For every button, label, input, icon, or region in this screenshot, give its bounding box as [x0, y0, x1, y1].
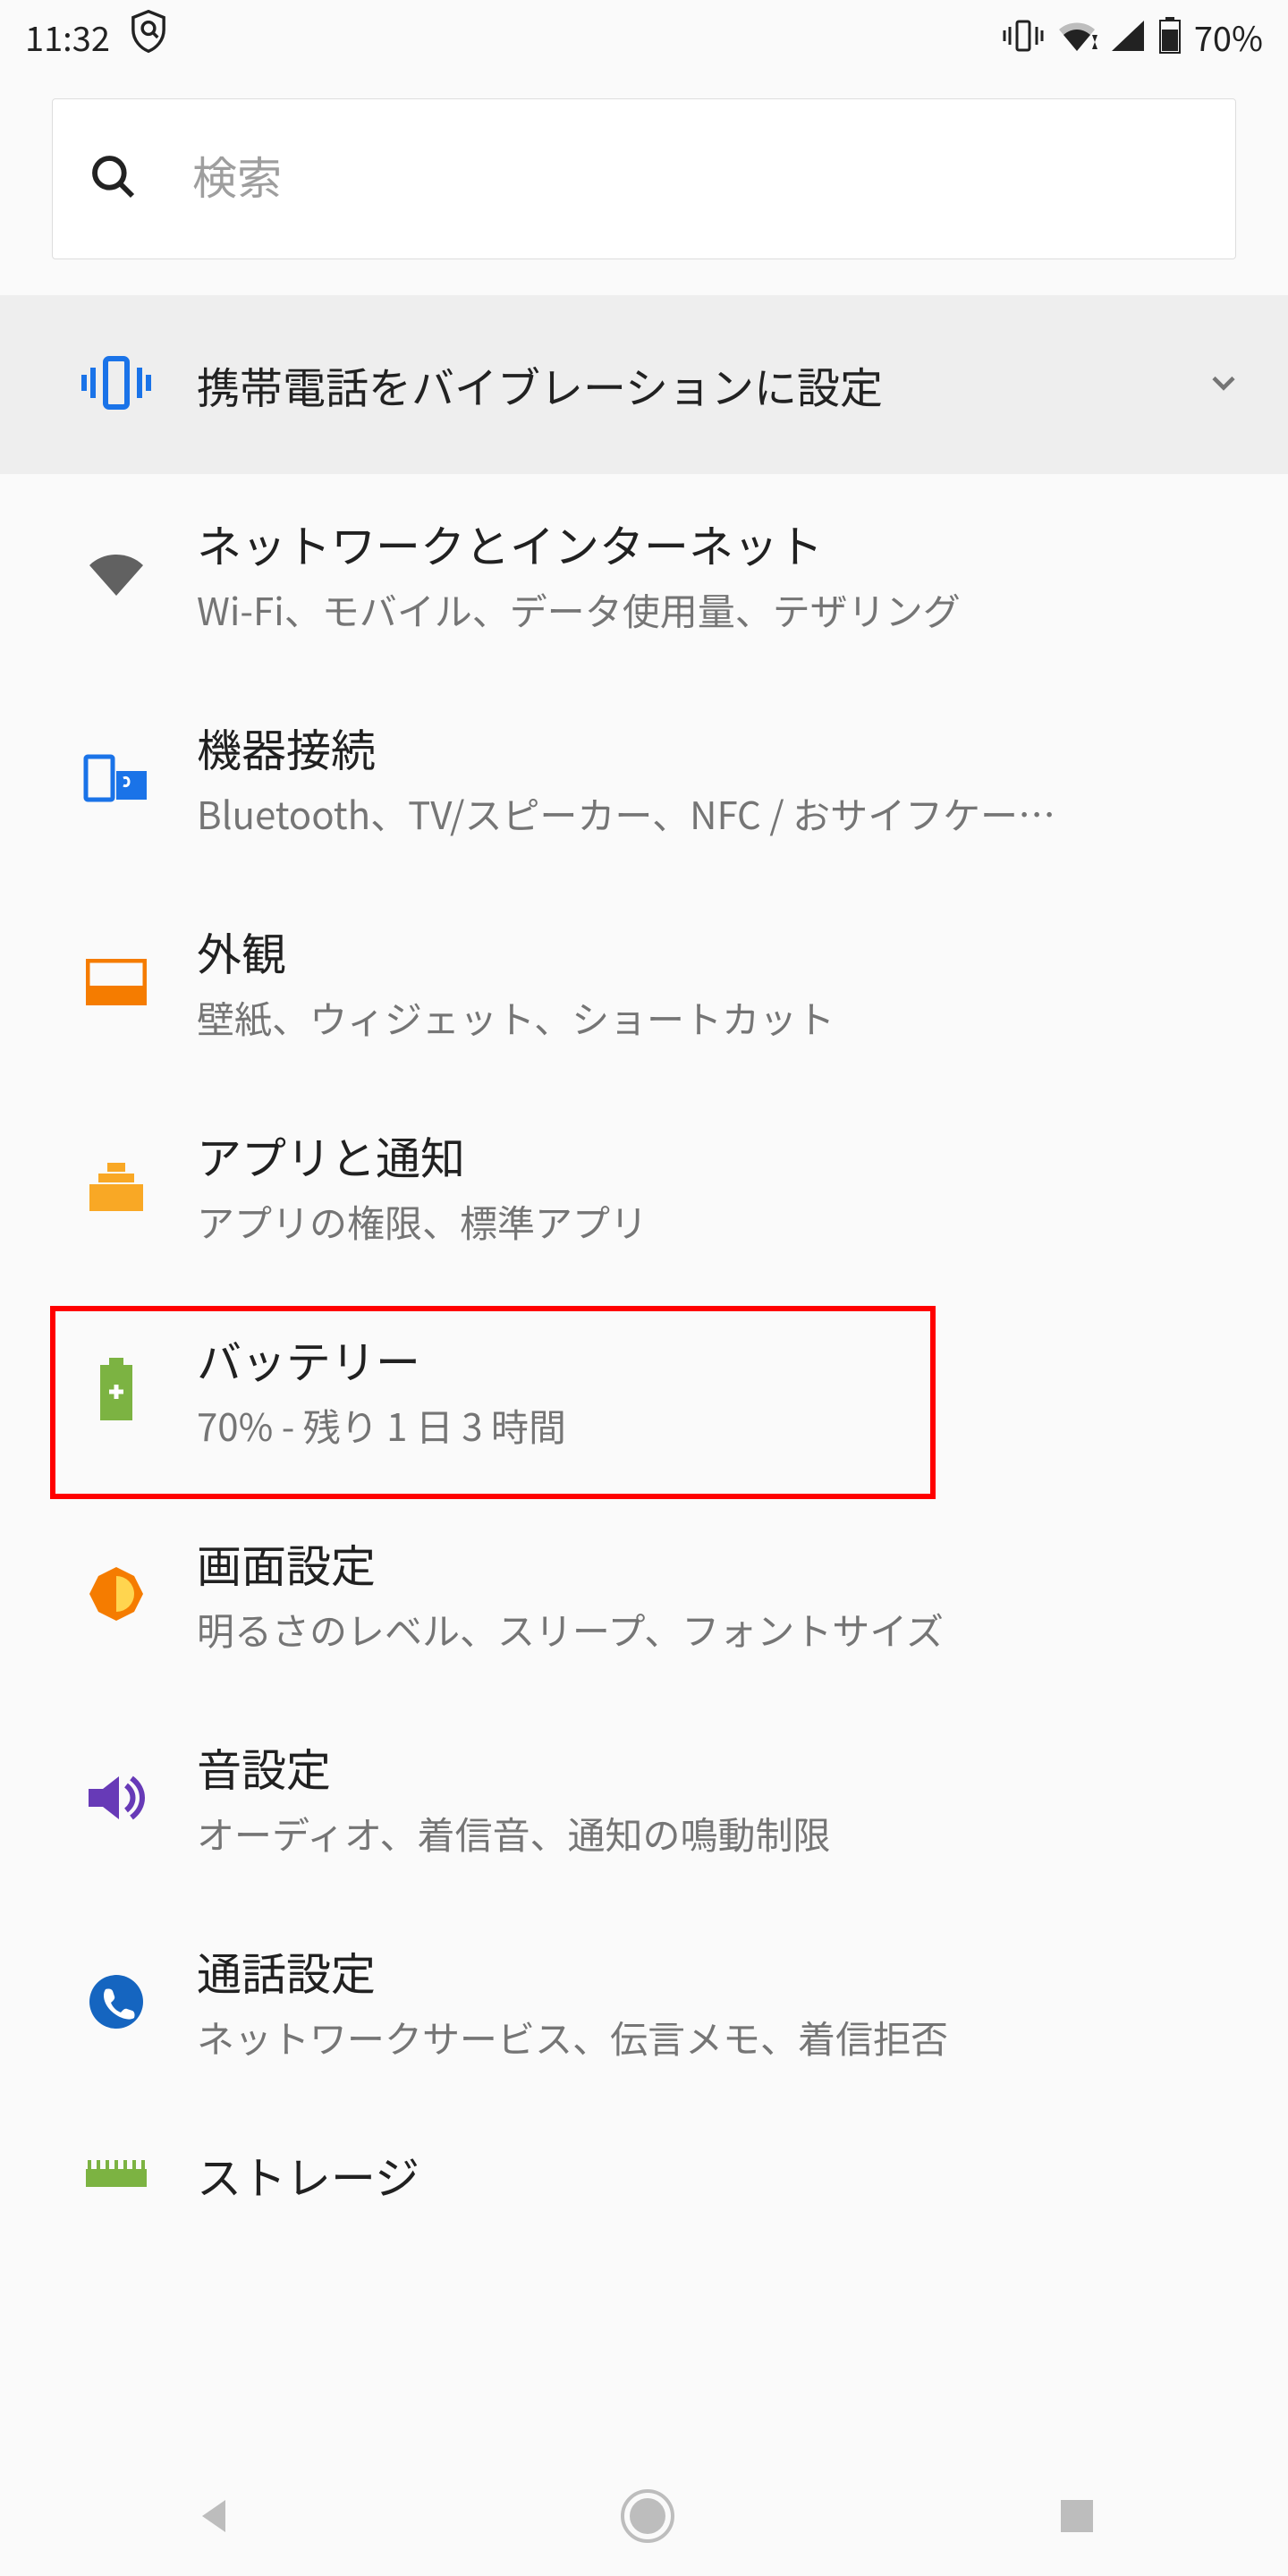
- nav-back-icon[interactable]: [190, 2491, 240, 2546]
- settings-item-appearance[interactable]: 外観 壁紙、ウィジェット、ショートカット: [0, 882, 1288, 1086]
- nav-recent-icon[interactable]: [1055, 2495, 1098, 2542]
- vibrate-banner-label: 携帯電話をバイブレーションに設定: [170, 353, 1204, 416]
- item-title: 外観: [197, 923, 1261, 981]
- phone-icon: [88, 1973, 145, 2035]
- brightness-icon: [86, 1563, 147, 1629]
- nav-home-icon[interactable]: [618, 2487, 677, 2550]
- settings-item-network[interactable]: ネットワークとインターネット Wi-Fi、モバイル、データ使用量、テザリング: [0, 474, 1288, 678]
- item-title: 画面設定: [197, 1535, 1261, 1593]
- settings-item-devices[interactable]: 機器接続 Bluetooth、TV/スピーカー、NFC / おサイフケー…: [0, 678, 1288, 882]
- item-title: 通話設定: [197, 1943, 1261, 2001]
- item-subtitle: 壁紙、ウィジェット、ショートカット: [197, 990, 1261, 1045]
- search-input[interactable]: [192, 153, 1199, 205]
- status-bar: 11:32 70%: [0, 0, 1288, 72]
- settings-item-storage[interactable]: ストレージ: [0, 2106, 1288, 2214]
- battery-percentage: 70%: [1194, 12, 1263, 61]
- settings-item-display[interactable]: 画面設定 明るさのレベル、スリープ、フォントサイズ: [0, 1494, 1288, 1698]
- storage-icon: [84, 2160, 148, 2191]
- item-subtitle: アプリの権限、標準アプリ: [197, 1194, 1261, 1249]
- appearance-icon: [86, 959, 147, 1010]
- battery-status-icon: [1158, 17, 1182, 55]
- item-subtitle: 70% - 残り 1 日 3 時間: [197, 1398, 1261, 1453]
- item-title: バッテリー: [197, 1331, 1261, 1389]
- signal-status-icon: [1110, 19, 1146, 53]
- settings-item-battery[interactable]: バッテリー 70% - 残り 1 日 3 時間: [0, 1290, 1288, 1494]
- wifi-icon: [84, 549, 148, 604]
- item-subtitle: Wi-Fi、モバイル、データ使用量、テザリング: [197, 582, 1261, 637]
- item-subtitle: オーディオ、着信音、通知の鳴動制限: [197, 1806, 1261, 1860]
- item-subtitle: Bluetooth、TV/スピーカー、NFC / おサイフケー…: [197, 786, 1261, 841]
- item-title: アプリと通知: [197, 1127, 1261, 1185]
- item-title: ストレージ: [197, 2147, 1261, 2205]
- vibrate-status-icon: [1003, 18, 1044, 54]
- navigation-bar: [0, 2460, 1288, 2576]
- settings-item-sound[interactable]: 音設定 オーディオ、着信音、通知の鳴動制限: [0, 1698, 1288, 1902]
- search-box[interactable]: [52, 98, 1236, 259]
- settings-item-call[interactable]: 通話設定 ネットワークサービス、伝言メモ、着信拒否: [0, 1902, 1288, 2106]
- battery-icon: [97, 1358, 136, 1427]
- search-icon: [89, 152, 139, 207]
- item-subtitle: ネットワークサービス、伝言メモ、着信拒否: [197, 2010, 1261, 2064]
- item-title: ネットワークとインターネット: [197, 515, 1261, 573]
- apps-icon: [86, 1159, 147, 1217]
- devices-icon: [82, 751, 150, 809]
- sound-icon: [85, 1771, 148, 1829]
- item-title: 機器接続: [197, 719, 1261, 777]
- settings-item-apps[interactable]: アプリと通知 アプリの権限、標準アプリ: [0, 1086, 1288, 1290]
- item-subtitle: 明るさのレベル、スリープ、フォントサイズ: [197, 1602, 1261, 1657]
- item-title: 音設定: [197, 1739, 1261, 1797]
- vibrate-banner[interactable]: 携帯電話をバイブレーションに設定: [0, 295, 1288, 474]
- chevron-down-icon[interactable]: [1204, 363, 1243, 407]
- vibrate-icon: [79, 352, 154, 419]
- shield-icon: [130, 10, 167, 63]
- search-container: [0, 72, 1288, 295]
- wifi-status-icon: [1056, 19, 1097, 53]
- status-time: 11:32: [25, 12, 110, 61]
